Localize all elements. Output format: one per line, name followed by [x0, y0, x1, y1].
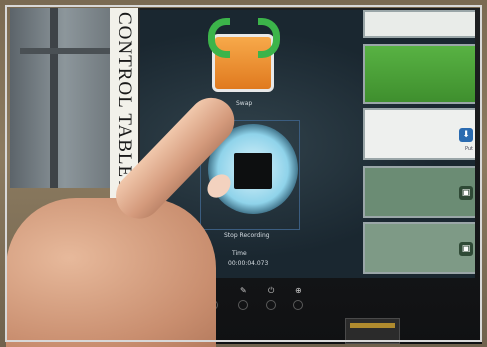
photo-scene: CONTROL TABLET Swap Stop Recording Time …: [0, 0, 487, 347]
photo-border: [5, 5, 482, 342]
